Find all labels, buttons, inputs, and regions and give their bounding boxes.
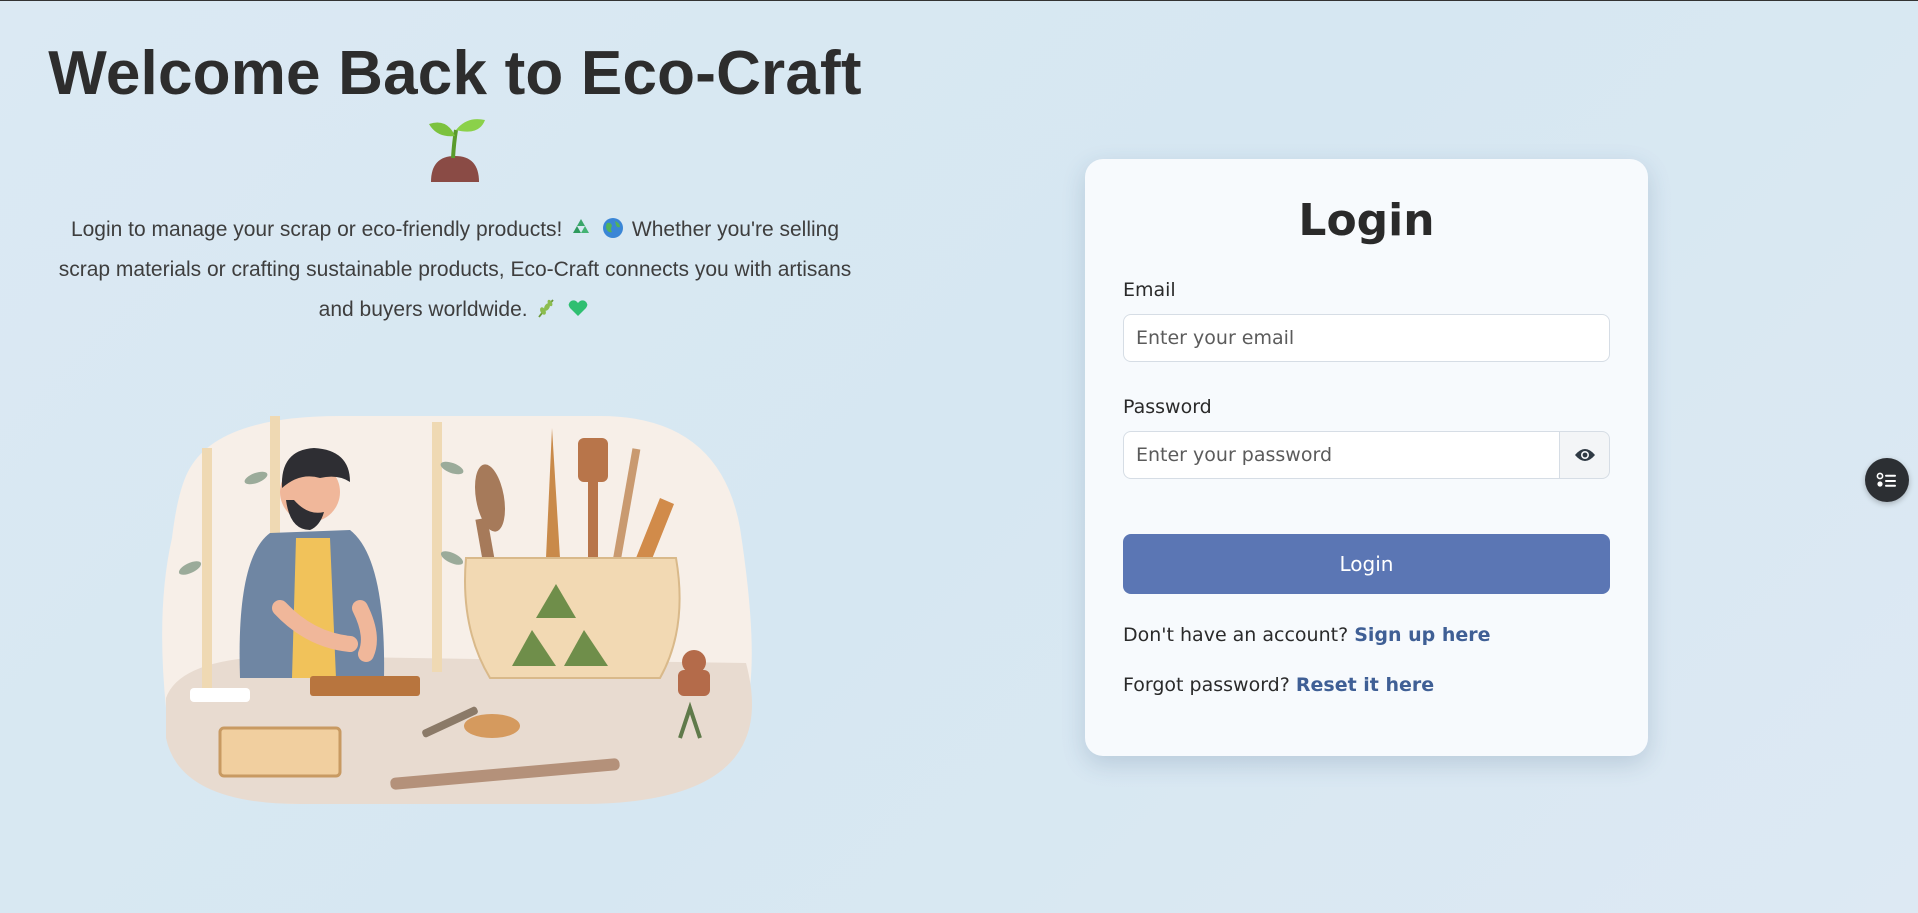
signup-line: Don't have an account? Sign up here	[1123, 624, 1491, 646]
recycle-icon	[573, 219, 590, 233]
hero-section: Welcome Back to Eco-Craft Login to manag…	[40, 36, 870, 330]
herb-icon	[538, 299, 555, 318]
floating-menu-button[interactable]	[1865, 458, 1909, 502]
login-card: Login Email Password Login Don't have an…	[1085, 159, 1648, 756]
signup-prompt: Don't have an account?	[1123, 624, 1349, 646]
forgot-line: Forgot password? Reset it here	[1123, 674, 1434, 696]
hero-description: Login to manage your scrap or eco-friend…	[45, 210, 865, 330]
email-field[interactable]	[1123, 314, 1610, 362]
toggle-password-button[interactable]	[1559, 431, 1610, 479]
reset-password-link[interactable]: Reset it here	[1296, 674, 1434, 696]
hero-description-part1: Login to manage your scrap or eco-friend…	[70, 218, 563, 241]
password-field[interactable]	[1123, 431, 1560, 479]
password-label: Password	[1123, 396, 1212, 418]
forgot-prompt: Forgot password?	[1123, 674, 1290, 696]
eye-icon	[1574, 449, 1595, 461]
email-label: Email	[1123, 279, 1176, 301]
top-border	[0, 0, 1918, 1]
sprout-icon	[429, 119, 485, 182]
login-title: Login	[1298, 195, 1435, 246]
list-settings-icon	[1876, 472, 1896, 487]
login-button[interactable]: Login	[1123, 534, 1610, 594]
globe-icon	[603, 218, 624, 238]
signup-link[interactable]: Sign up here	[1354, 624, 1490, 646]
artisan-illustration	[162, 416, 752, 804]
green-heart-icon	[569, 300, 588, 316]
page-title: Welcome Back to Eco-Craft	[48, 39, 862, 108]
